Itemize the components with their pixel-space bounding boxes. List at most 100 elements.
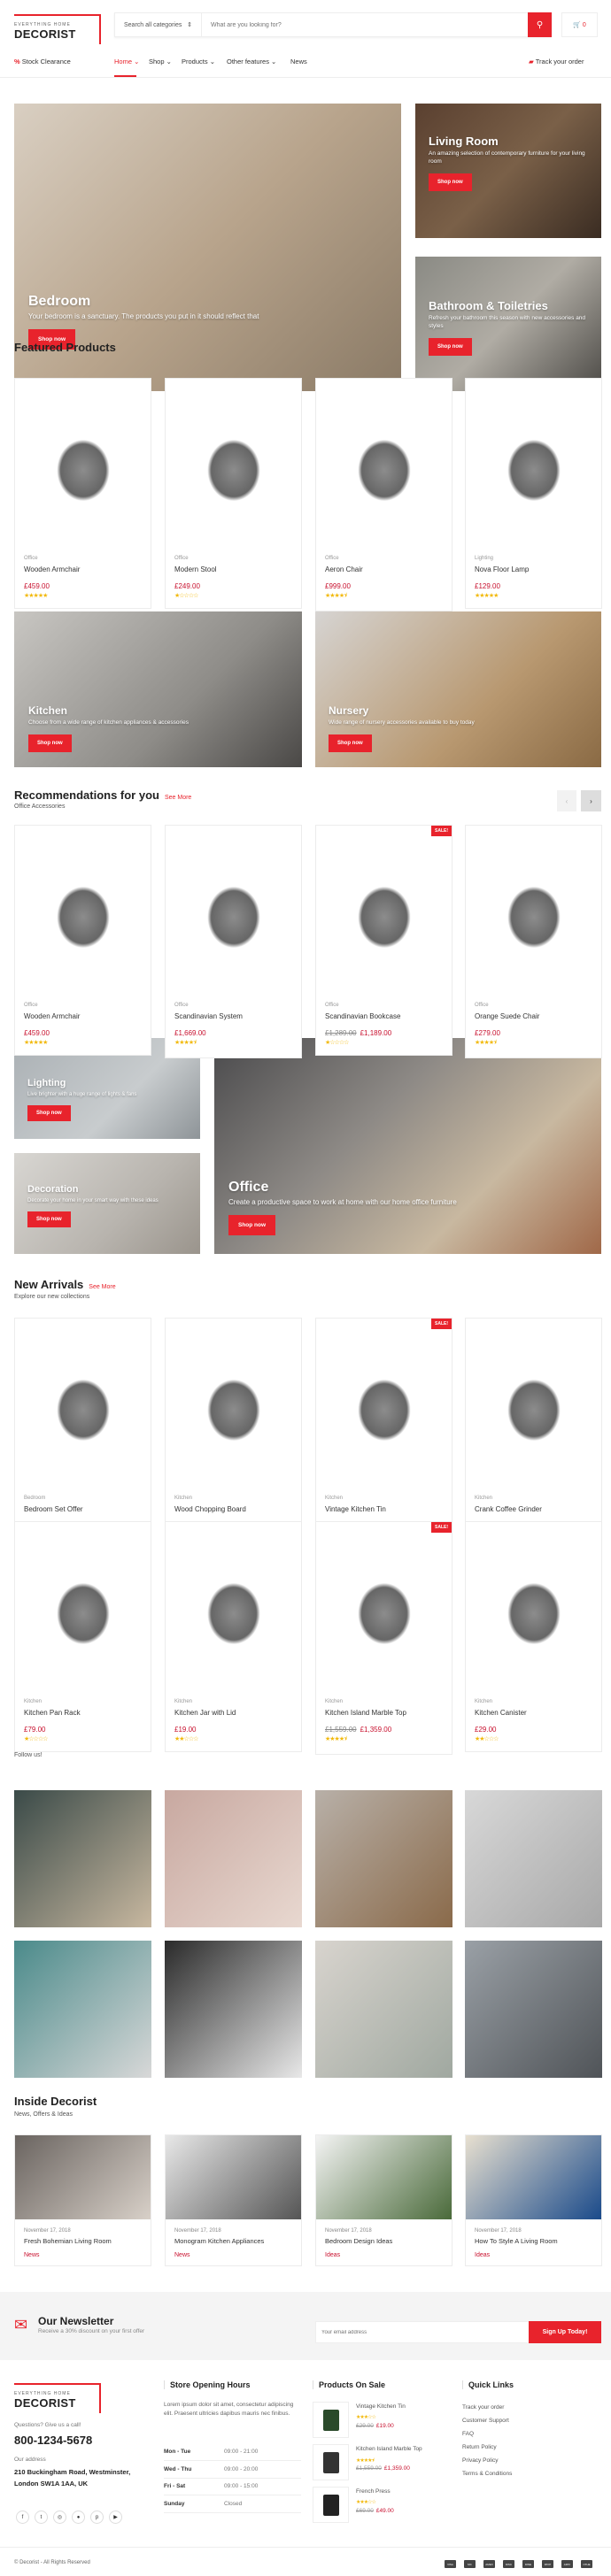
instagram-photo[interactable] bbox=[14, 1790, 151, 1927]
banner-office[interactable]: Office Create a productive space to work… bbox=[214, 1038, 601, 1254]
product-image[interactable] bbox=[15, 379, 151, 556]
instagram-photo[interactable] bbox=[165, 1941, 302, 2078]
blog-tag[interactable]: News bbox=[24, 2252, 142, 2258]
twitter-icon[interactable]: t bbox=[35, 2511, 48, 2524]
instagram-icon[interactable]: ◎ bbox=[53, 2511, 66, 2524]
product-card[interactable]: SALE! Kitchen Kitchen Island Marble Top … bbox=[315, 1521, 452, 1755]
hero-living-room[interactable]: Living Room An amazing selection of cont… bbox=[415, 104, 601, 238]
product-image[interactable] bbox=[15, 1319, 151, 1496]
blog-tag[interactable]: Ideas bbox=[325, 2252, 443, 2258]
blog-post-title[interactable]: Monogram Kitchen Appliances bbox=[174, 2237, 292, 2245]
shop-now-button[interactable]: Shop now bbox=[429, 173, 472, 191]
quick-link[interactable]: Return Policy bbox=[462, 2444, 497, 2450]
instagram-photo[interactable] bbox=[315, 1790, 452, 1927]
product-name[interactable]: Nova Floor Lamp bbox=[475, 565, 592, 573]
blog-image[interactable] bbox=[166, 2135, 301, 2219]
facebook-icon[interactable]: f bbox=[16, 2511, 29, 2524]
see-more-link[interactable]: See More bbox=[89, 1284, 115, 1290]
product-card[interactable]: SALE! Kitchen Vintage Kitchen Tin £29.00… bbox=[315, 1318, 452, 1549]
product-image[interactable] bbox=[166, 1522, 301, 1699]
product-name[interactable]: Orange Suede Chair bbox=[475, 1012, 592, 1020]
banner-kitchen[interactable]: Kitchen Choose from a wide range of kitc… bbox=[14, 611, 302, 767]
product-card[interactable]: Kitchen Kitchen Jar with Lid £19.00 ★★☆☆… bbox=[165, 1521, 302, 1752]
phone-number[interactable]: 800-1234-5678 bbox=[14, 2434, 92, 2447]
product-card[interactable]: Kitchen Wood Chopping Board £39.00 ★★☆☆☆ bbox=[165, 1318, 302, 1549]
blog-tag[interactable]: Ideas bbox=[475, 2252, 592, 2258]
product-card[interactable]: Office Wooden Armchair £459.00 ★★★★★ bbox=[14, 378, 151, 609]
sale-product-thumb[interactable] bbox=[313, 2487, 349, 2523]
blog-post-title[interactable]: How To Style A Living Room bbox=[475, 2237, 592, 2245]
blog-card[interactable]: November 17, 2018 How To Style A Living … bbox=[465, 2134, 602, 2266]
instagram-photo[interactable] bbox=[315, 1941, 452, 2078]
cart-button[interactable]: 🛒 0 bbox=[561, 12, 598, 37]
product-image[interactable] bbox=[466, 1522, 601, 1699]
sale-product-thumb[interactable] bbox=[313, 2444, 349, 2480]
blog-image[interactable] bbox=[15, 2135, 151, 2219]
product-name[interactable]: Wooden Armchair bbox=[24, 565, 142, 573]
quick-link[interactable]: Privacy Policy bbox=[462, 2457, 498, 2464]
sale-product-thumb[interactable] bbox=[313, 2402, 349, 2438]
shop-now-button[interactable]: Shop now bbox=[27, 1211, 71, 1228]
sale-product[interactable]: Kitchen Island Marble Top ★★★★⯨ £1,559.0… bbox=[313, 2444, 454, 2481]
sale-product[interactable]: French Press ★★★☆☆ £69.00 £49.00 bbox=[313, 2487, 454, 2524]
product-image[interactable]: SALE! bbox=[316, 1522, 452, 1699]
blog-image[interactable] bbox=[466, 2135, 601, 2219]
blog-card[interactable]: November 17, 2018 Bedroom Design Ideas I… bbox=[315, 2134, 452, 2266]
instagram-photo[interactable] bbox=[14, 1941, 151, 2078]
stock-clearance-link[interactable]: % Stock Clearance bbox=[14, 58, 71, 65]
carousel-next-button[interactable]: › bbox=[581, 790, 601, 811]
product-card[interactable]: Kitchen Kitchen Pan Rack £79.00 ★☆☆☆☆ bbox=[14, 1521, 151, 1752]
product-image[interactable] bbox=[166, 379, 301, 556]
shop-now-button[interactable]: Shop now bbox=[429, 337, 472, 356]
blog-post-title[interactable]: Bedroom Design Ideas bbox=[325, 2237, 443, 2245]
product-name[interactable]: Kitchen Jar with Lid bbox=[174, 1709, 292, 1717]
shop-now-button[interactable]: Shop now bbox=[27, 1105, 71, 1122]
track-order-link[interactable]: ▰ Track your order bbox=[529, 58, 584, 65]
product-card[interactable]: Kitchen Kitchen Canister £29.00 ★★☆☆☆ bbox=[465, 1521, 602, 1752]
product-image[interactable] bbox=[316, 379, 452, 556]
product-card[interactable]: Bedroom Bedroom Set Offer £149.00 – £1,8… bbox=[14, 1318, 151, 1549]
blog-image[interactable] bbox=[316, 2135, 452, 2219]
product-name[interactable]: Modern Stool bbox=[174, 565, 292, 573]
product-card[interactable]: Office Modern Stool £249.00 ★☆☆☆☆ bbox=[165, 378, 302, 609]
product-card[interactable]: Office Orange Suede Chair £279.00 ★★★★⯨ bbox=[465, 825, 602, 1058]
other-icon[interactable]: ● bbox=[72, 2511, 85, 2524]
hero-bathroom[interactable]: Bathroom & Toiletries Refresh your bathr… bbox=[415, 257, 601, 391]
nav-other-features[interactable]: Other features ⌄ bbox=[227, 58, 276, 65]
blog-tag[interactable]: News bbox=[174, 2252, 292, 2258]
instagram-photo[interactable] bbox=[165, 1790, 302, 1927]
product-image[interactable] bbox=[15, 1522, 151, 1699]
nav-shop[interactable]: Shop ⌄ bbox=[149, 58, 172, 65]
quick-link[interactable]: Terms & Conditions bbox=[462, 2471, 512, 2477]
banner-nursery[interactable]: Nursery Wide range of nursery accessorie… bbox=[315, 611, 601, 767]
blog-card[interactable]: November 17, 2018 Fresh Bohemian Living … bbox=[14, 2134, 151, 2266]
nav-home[interactable]: Home ⌄ bbox=[114, 58, 139, 65]
product-name[interactable]: Kitchen Island Marble Top bbox=[325, 1709, 443, 1717]
product-name[interactable]: Vintage Kitchen Tin bbox=[325, 1505, 443, 1513]
product-card[interactable]: Office Aeron Chair £999.00 ★★★★⯨ bbox=[315, 378, 452, 611]
product-name[interactable]: Scandinavian System bbox=[174, 1012, 292, 1020]
banner-decoration[interactable]: Decoration Decorate your home in your sm… bbox=[14, 1153, 200, 1254]
product-image[interactable] bbox=[466, 1319, 601, 1496]
shop-now-button[interactable]: Shop now bbox=[329, 734, 372, 752]
product-card[interactable]: Office Scandinavian System £1,669.00 ★★★… bbox=[165, 825, 302, 1058]
instagram-photo[interactable] bbox=[465, 1790, 602, 1927]
carousel-prev-button[interactable]: ‹ bbox=[557, 790, 576, 811]
youtube-icon[interactable]: ▶ bbox=[109, 2511, 122, 2524]
product-image[interactable]: SALE! bbox=[316, 826, 452, 1003]
product-name[interactable]: Crank Coffee Grinder bbox=[475, 1505, 592, 1513]
quick-link[interactable]: Track your order bbox=[462, 2404, 504, 2411]
footer-logo[interactable]: EVERYTHING HOME DECORIST bbox=[14, 2383, 101, 2413]
search-input[interactable] bbox=[202, 13, 528, 36]
product-name[interactable]: Aeron Chair bbox=[325, 565, 443, 573]
product-image[interactable] bbox=[466, 826, 601, 1003]
product-card[interactable]: Office Wooden Armchair £459.00 ★★★★★ bbox=[14, 825, 151, 1056]
instagram-photo[interactable] bbox=[465, 1941, 602, 2078]
product-image[interactable]: SALE! bbox=[316, 1319, 452, 1496]
see-more-link[interactable]: See More bbox=[165, 795, 191, 801]
blog-card[interactable]: November 17, 2018 Monogram Kitchen Appli… bbox=[165, 2134, 302, 2266]
product-card[interactable]: SALE! Office Scandinavian Bookcase £1,28… bbox=[315, 825, 452, 1056]
quick-link[interactable]: Customer Support bbox=[462, 2418, 509, 2424]
category-select[interactable]: Search all categories ⇕ bbox=[115, 13, 202, 36]
sign-up-button[interactable]: Sign Up Today! bbox=[529, 2321, 601, 2343]
